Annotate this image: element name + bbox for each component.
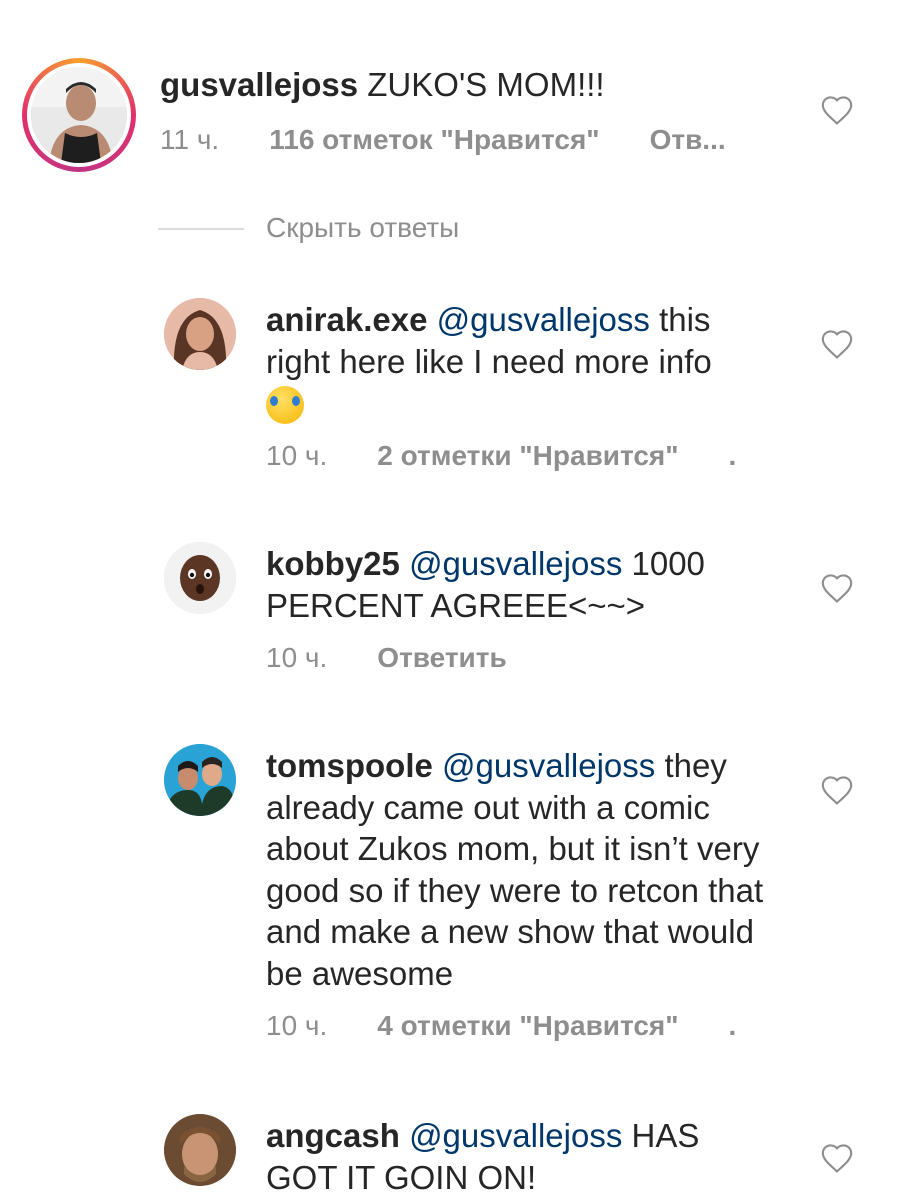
mention-link[interactable]: @gusvallejoss <box>437 301 650 338</box>
memoji-avatar-icon <box>164 542 236 614</box>
avatar[interactable] <box>31 67 127 163</box>
hide-replies-label: Скрыть ответы <box>266 212 460 243</box>
avatar[interactable] <box>164 744 236 816</box>
reply-username[interactable]: kobby25 <box>266 545 400 582</box>
reply-meta: 10 ч. 4 отметки "Нравится". <box>266 1010 736 1042</box>
mention-link[interactable]: @gusvallejoss <box>409 545 622 582</box>
like-heart-icon[interactable] <box>820 94 854 126</box>
reply-time: 10 ч. <box>266 642 328 673</box>
comment-body: ZUKO'S MOM!!! <box>358 66 605 103</box>
avatar-photo-icon <box>164 744 236 816</box>
avatar-photo-icon <box>164 1114 236 1186</box>
reply-username[interactable]: angcash <box>266 1117 400 1154</box>
reply-button[interactable]: Ответить <box>377 642 506 674</box>
reply-meta: 10 ч. 2 отметки "Нравится". <box>266 440 736 472</box>
like-heart-icon[interactable] <box>820 1142 854 1174</box>
comment-time: 11 ч. <box>160 124 220 155</box>
reply-text: anirak.exe @gusvallejoss this right here… <box>266 299 766 425</box>
reply-button[interactable]: . <box>729 1010 737 1042</box>
like-heart-icon[interactable] <box>820 572 854 604</box>
reply-time: 10 ч. <box>266 440 328 471</box>
comment-text: gusvallejoss ZUKO'S MOM!!! <box>160 64 760 106</box>
reply-text: angcash @gusvallejoss HAS GOT IT GOIN ON… <box>266 1115 766 1198</box>
reply-button[interactable]: Отв... <box>650 124 726 156</box>
avatar[interactable] <box>164 542 236 614</box>
reply-meta: 10 ч. Ответить <box>266 642 507 674</box>
reply-text: tomspoole @gusvallejoss they already cam… <box>266 745 766 994</box>
divider <box>158 228 244 230</box>
comment-meta: 11 ч. 116 отметок "Нравится" Отв... <box>160 124 726 156</box>
avatar[interactable] <box>164 1114 236 1186</box>
rolling-on-floor-laughing-emoji-icon <box>266 386 304 425</box>
hide-replies-toggle[interactable]: Скрыть ответы <box>158 212 558 246</box>
reply-username[interactable]: tomspoole <box>266 747 433 784</box>
like-heart-icon[interactable] <box>820 328 854 360</box>
mention-link[interactable]: @gusvallejoss <box>442 747 655 784</box>
reply-username[interactable]: anirak.exe <box>266 301 427 338</box>
reply-button[interactable]: . <box>729 440 737 472</box>
like-heart-icon[interactable] <box>820 774 854 806</box>
reply-text: kobby25 @gusvallejoss 1000 PERCENT AGREE… <box>266 543 766 626</box>
avatar[interactable] <box>164 298 236 370</box>
likes-count[interactable]: 116 отметок "Нравится" <box>269 124 599 156</box>
story-ring[interactable] <box>22 58 136 172</box>
avatar-photo-icon <box>31 67 127 163</box>
comment-username[interactable]: gusvallejoss <box>160 66 358 103</box>
reply-time: 10 ч. <box>266 1010 328 1041</box>
avatar-photo-icon <box>164 298 236 370</box>
mention-link[interactable]: @gusvallejoss <box>409 1117 622 1154</box>
likes-count[interactable]: 4 отметки "Нравится" <box>377 1010 678 1042</box>
likes-count[interactable]: 2 отметки "Нравится" <box>377 440 678 472</box>
